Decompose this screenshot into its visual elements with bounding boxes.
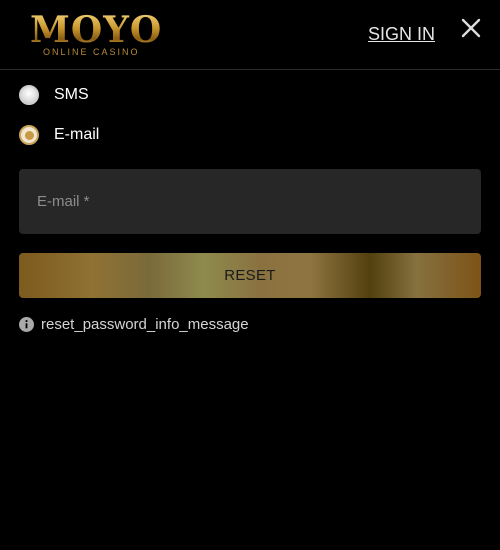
email-radio[interactable]	[19, 125, 39, 145]
sms-radio-label: SMS	[54, 86, 89, 103]
email-radio-label: E-mail	[54, 126, 100, 143]
radio-selected-dot	[24, 130, 34, 140]
radio-option-email[interactable]: E-mail	[19, 125, 99, 145]
close-icon	[461, 18, 481, 38]
info-message-text: reset_password_info_message	[41, 316, 249, 333]
email-field[interactable]	[19, 169, 481, 234]
info-message: reset_password_info_message	[19, 316, 249, 333]
reset-button[interactable]: RESET	[19, 253, 481, 298]
logo-wordmark: MOYO	[30, 9, 163, 51]
modal-header: MOYO ONLINE CASINO SIGN IN	[0, 0, 500, 70]
radio-option-sms[interactable]: SMS	[19, 85, 89, 105]
sms-radio[interactable]	[19, 85, 39, 105]
reset-password-modal: MOYO ONLINE CASINO SIGN IN SMS E-mail RE…	[0, 0, 500, 550]
sign-in-link[interactable]: SIGN IN	[368, 24, 435, 45]
close-button[interactable]	[460, 17, 482, 39]
moyo-logo: MOYO ONLINE CASINO	[30, 12, 161, 58]
logo-tagline: ONLINE CASINO	[43, 47, 140, 57]
info-icon	[19, 317, 34, 332]
